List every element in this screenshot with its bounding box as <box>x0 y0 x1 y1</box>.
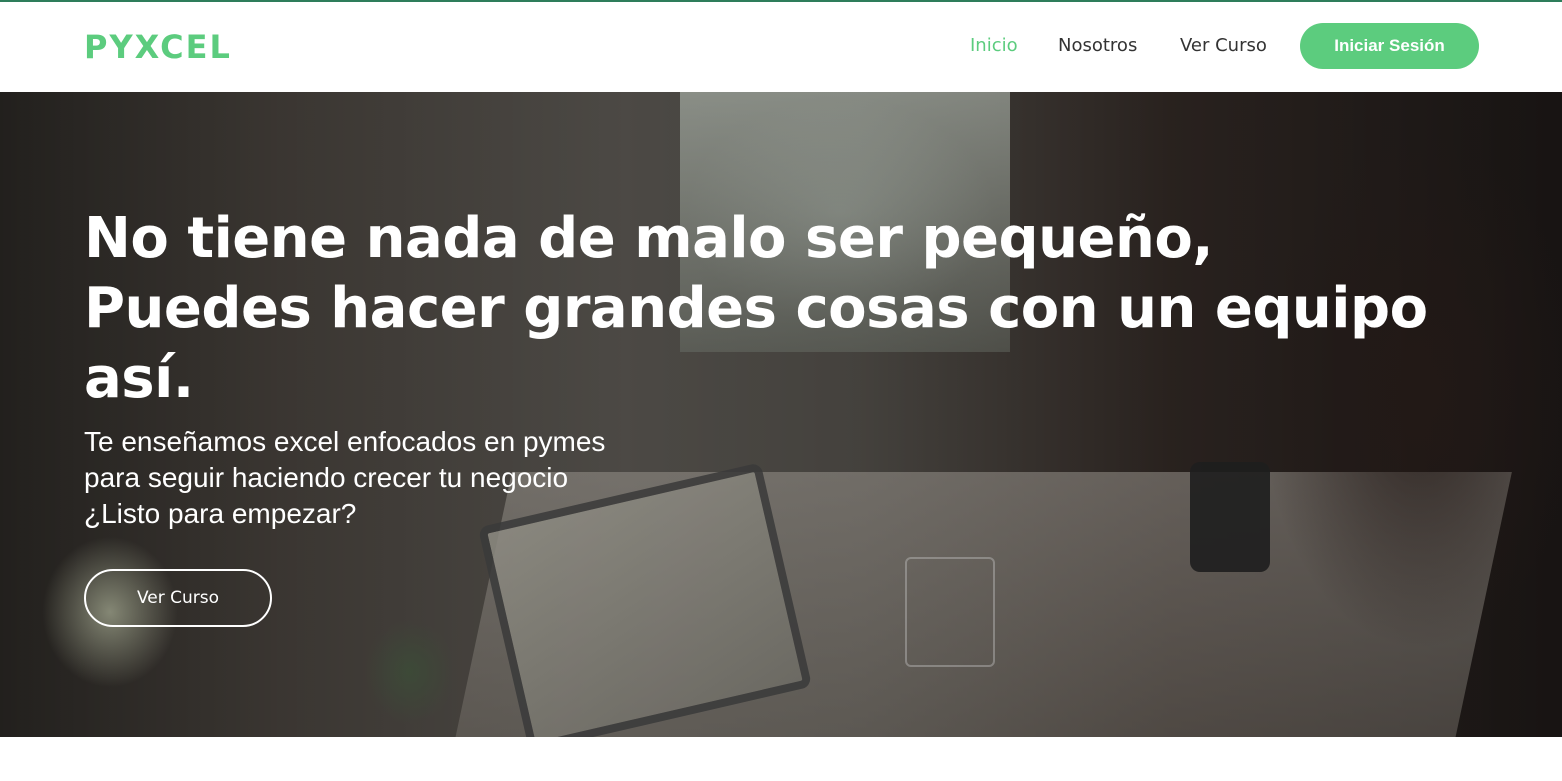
hero-title-line: No tiene nada de malo ser pequeño, <box>84 206 1214 271</box>
hero-background-plant <box>350 602 470 737</box>
hero-title-line: así. <box>84 346 194 411</box>
nav-link-inicio[interactable]: Inicio <box>970 35 1018 56</box>
hero-subtitle-line: Te enseñamos excel enfocados en pymes <box>84 426 606 457</box>
hero-title: No tiene nada de malo ser pequeño, Puede… <box>84 204 1484 414</box>
nav-link-ver-curso[interactable]: Ver Curso <box>1180 35 1267 56</box>
hero-section: No tiene nada de malo ser pequeño, Puede… <box>0 92 1562 737</box>
hero-subtitle: Te enseñamos excel enfocados en pymes pa… <box>84 424 605 532</box>
ver-curso-button[interactable]: Ver Curso <box>84 569 272 627</box>
navbar: PYXCEL Inicio Nosotros Ver Curso Iniciar… <box>0 2 1562 92</box>
hero-background-glass <box>905 557 995 667</box>
hero-title-line: Puedes hacer grandes cosas con un equipo <box>84 276 1428 341</box>
nav-link-nosotros[interactable]: Nosotros <box>1058 35 1137 56</box>
login-button[interactable]: Iniciar Sesión <box>1300 23 1479 69</box>
hero-subtitle-line: ¿Listo para empezar? <box>84 498 357 529</box>
hero-background-person <box>1160 92 1562 737</box>
hero-subtitle-line: para seguir haciendo crecer tu negocio <box>84 462 569 493</box>
brand-logo[interactable]: PYXCEL <box>84 28 232 66</box>
